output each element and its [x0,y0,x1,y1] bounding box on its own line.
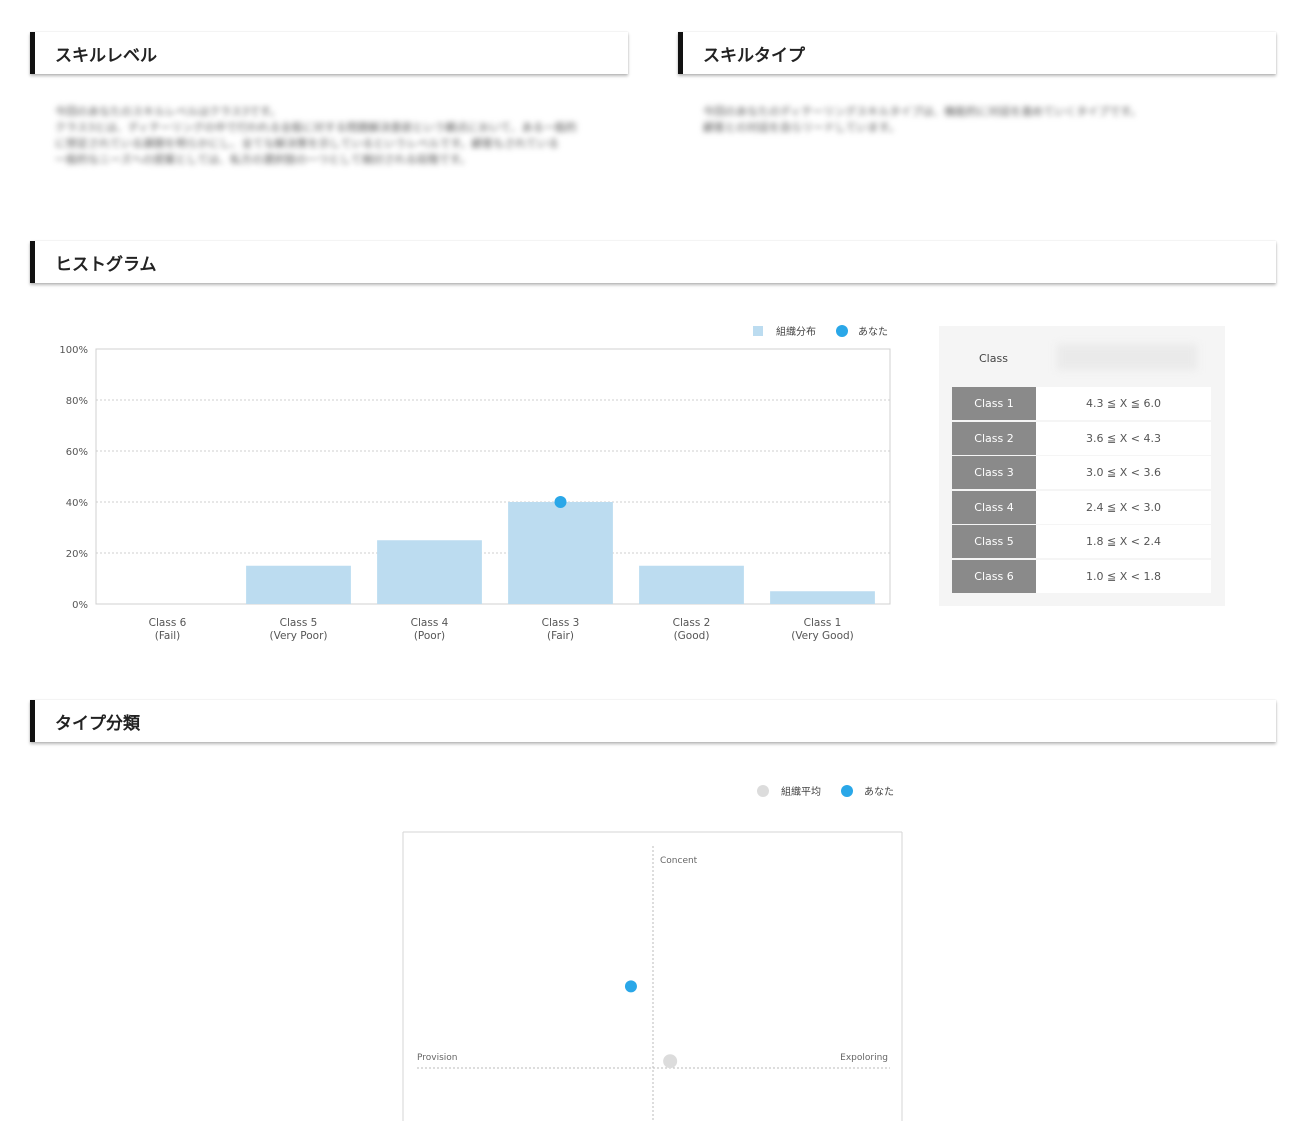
class-table: Class Class 1 4.3 ≦ X ≦ 6.0 Class 2 3.6 … [939,326,1225,606]
axis-label-left: Provision [417,1053,458,1063]
skill-level-title: スキルレベル [55,46,157,66]
class-name-cell: Class 6 [952,559,1036,593]
skill-type-header: スキルタイプ [678,32,1276,74]
y-tick-label: 0% [72,600,88,611]
skill-level-description: 今回のあなたのスキルレベルはクラス3です。 クラス3とは、ディテーリングの中で行… [55,105,577,166]
legend-dot-icon [836,324,848,337]
class-range-cell: 1.0 ≦ X < 1.8 [1086,569,1161,583]
class-table-header: Class [979,352,1008,365]
class-row: Class 6 1.0 ≦ X < 1.8 [952,559,1211,593]
class-range-cell: 3.6 ≦ X < 4.3 [1086,431,1161,445]
type-scatter-chart: Concent Provision Expoloring [402,831,903,1121]
x-tick-label: Class 5 [280,617,318,629]
legend-average-label: 組織平均 [781,787,821,798]
x-tick-label: (Very Good) [791,630,854,642]
x-tick-label: (Fair) [547,630,574,642]
x-tick-label: (Poor) [414,630,445,642]
histogram-header: ヒストグラム [30,241,1276,283]
class-name-cell: Class 1 [952,387,1036,420]
class-range-cell: 3.0 ≦ X < 3.6 [1086,466,1161,479]
x-tick-label: (Good) [674,630,710,642]
histogram-chart: 0%20%40%60%80%100%Class 6(Fail)Class 5(V… [59,345,891,642]
y-tick-label: 20% [66,549,88,560]
plot-frame [95,348,891,605]
x-tick-label: (Very Poor) [269,630,327,642]
axis-label-right: Expoloring [840,1053,888,1063]
class-row: Class 3 3.0 ≦ X < 3.6 [952,456,1211,489]
class-table-header-blurred [1057,344,1197,370]
histogram-title: ヒストグラム [55,255,157,275]
histogram-bar [639,565,744,604]
legend-square-icon [753,325,763,336]
y-tick-label: 40% [66,498,88,509]
x-tick-label: Class 3 [542,617,580,629]
skill-type-title: スキルタイプ [703,46,805,66]
class-range-cell: 4.3 ≦ X ≦ 6.0 [1086,397,1161,410]
class-name-cell: Class 5 [952,525,1036,558]
skill-type-description: 今回のあなたのディテーリングスキルタイプは、機能的に対話を進めていくタイプです。… [703,105,1142,134]
scatter-legend-you: あなた [841,783,894,798]
class-range-cell: 1.8 ≦ X < 2.4 [1086,535,1161,548]
legend-you-label: あなた [858,327,888,338]
class-row: Class 4 2.4 ≦ X < 3.0 [952,490,1211,524]
histogram-legend-you: あなた [836,323,888,338]
histogram-bar [508,502,613,604]
legend-dot-icon [757,784,769,797]
skill-level-header: スキルレベル [30,32,628,74]
x-tick-label: Class 2 [673,617,711,629]
class-row: Class 5 1.8 ≦ X < 2.4 [952,525,1211,558]
legend-distribution-label: 組織分布 [776,327,816,338]
histogram-bar [770,591,875,604]
histogram-bar [246,565,351,604]
y-tick-label: 80% [66,396,88,407]
histogram-bar [377,540,482,604]
legend-dot-icon [841,784,853,797]
you-marker [624,980,637,993]
class-row: Class 2 3.6 ≦ X < 4.3 [952,421,1211,455]
you-marker [554,496,567,508]
y-tick-label: 100% [59,345,88,356]
x-tick-label: (Fail) [155,630,181,642]
x-tick-label: Class 6 [149,617,187,629]
class-name-cell: Class 3 [952,456,1036,489]
class-range-cell: 2.4 ≦ X < 3.0 [1086,500,1161,514]
axis-label-top: Concent [660,856,698,866]
x-tick-label: Class 1 [804,617,842,629]
y-tick-label: 60% [66,447,88,458]
scatter-legend-average: 組織平均 [757,783,821,798]
type-classification-title: タイプ分類 [55,714,140,734]
class-row: Class 1 4.3 ≦ X ≦ 6.0 [952,387,1211,420]
legend-you-label: あなた [864,787,894,798]
class-name-cell: Class 2 [952,421,1036,455]
type-classification-header: タイプ分類 [30,700,1276,742]
x-tick-label: Class 4 [411,617,449,629]
histogram-legend-distribution: 組織分布 [753,323,816,338]
average-marker [663,1054,678,1069]
class-name-cell: Class 4 [952,490,1036,524]
